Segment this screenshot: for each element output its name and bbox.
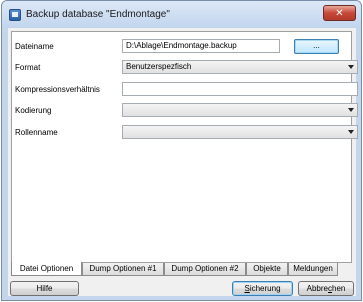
window-title: Backup database "Endmontage" <box>26 9 170 20</box>
dateiname-label: Dateiname <box>15 42 54 51</box>
kompressionsverhaeltnis-label: Kompressionsverhältnis <box>15 85 100 94</box>
chevron-down-icon <box>348 130 354 134</box>
abbrechen-label-a: Abbre <box>306 284 328 293</box>
format-select[interactable]: Benutzerspezfisch <box>122 60 358 74</box>
hilfe-button[interactable]: Hilfe <box>10 281 79 296</box>
tab-dump-optionen-2[interactable]: Dump Optionen #2 <box>164 263 246 276</box>
kodierung-select[interactable] <box>122 103 358 117</box>
kompressionsverhaeltnis-input[interactable] <box>122 82 358 96</box>
sicherung-button[interactable]: Sicherung <box>232 281 293 296</box>
sicherung-label: icherung <box>249 284 281 293</box>
kodierung-label: Kodierung <box>15 106 52 115</box>
rollenname-select[interactable] <box>122 125 358 139</box>
dateiname-input[interactable]: D:\Ablage\Endmontage.backup <box>122 39 280 53</box>
abbrechen-button[interactable]: Abbrechen <box>298 281 354 296</box>
rollenname-label: Rollenname <box>15 128 58 137</box>
tab-objekte[interactable]: Objekte <box>246 263 288 276</box>
browse-button[interactable]: ... <box>294 39 339 54</box>
abbrechen-label-b: hen <box>332 284 346 293</box>
tab-datei-optionen[interactable]: Datei Optionen <box>11 262 82 276</box>
backup-dialog: Backup database "Endmontage" ✕ Dateiname… <box>1 0 362 301</box>
tab-dump-optionen-1[interactable]: Dump Optionen #1 <box>82 263 164 276</box>
database-backup-icon <box>9 9 21 21</box>
title-bar[interactable]: Backup database "Endmontage" ✕ <box>2 1 361 28</box>
format-select-value: Benutzerspezfisch <box>126 62 192 71</box>
tab-panel-datei-optionen: Dateiname D:\Ablage\Endmontage.backup ..… <box>11 31 358 263</box>
dialog-client-area: Dateiname D:\Ablage\Endmontage.backup ..… <box>8 28 358 296</box>
format-label: Format <box>15 63 41 72</box>
tab-meldungen[interactable]: Meldungen <box>288 263 338 276</box>
chevron-down-icon <box>348 108 354 112</box>
close-button[interactable]: ✕ <box>323 5 356 21</box>
chevron-down-icon <box>348 65 354 69</box>
